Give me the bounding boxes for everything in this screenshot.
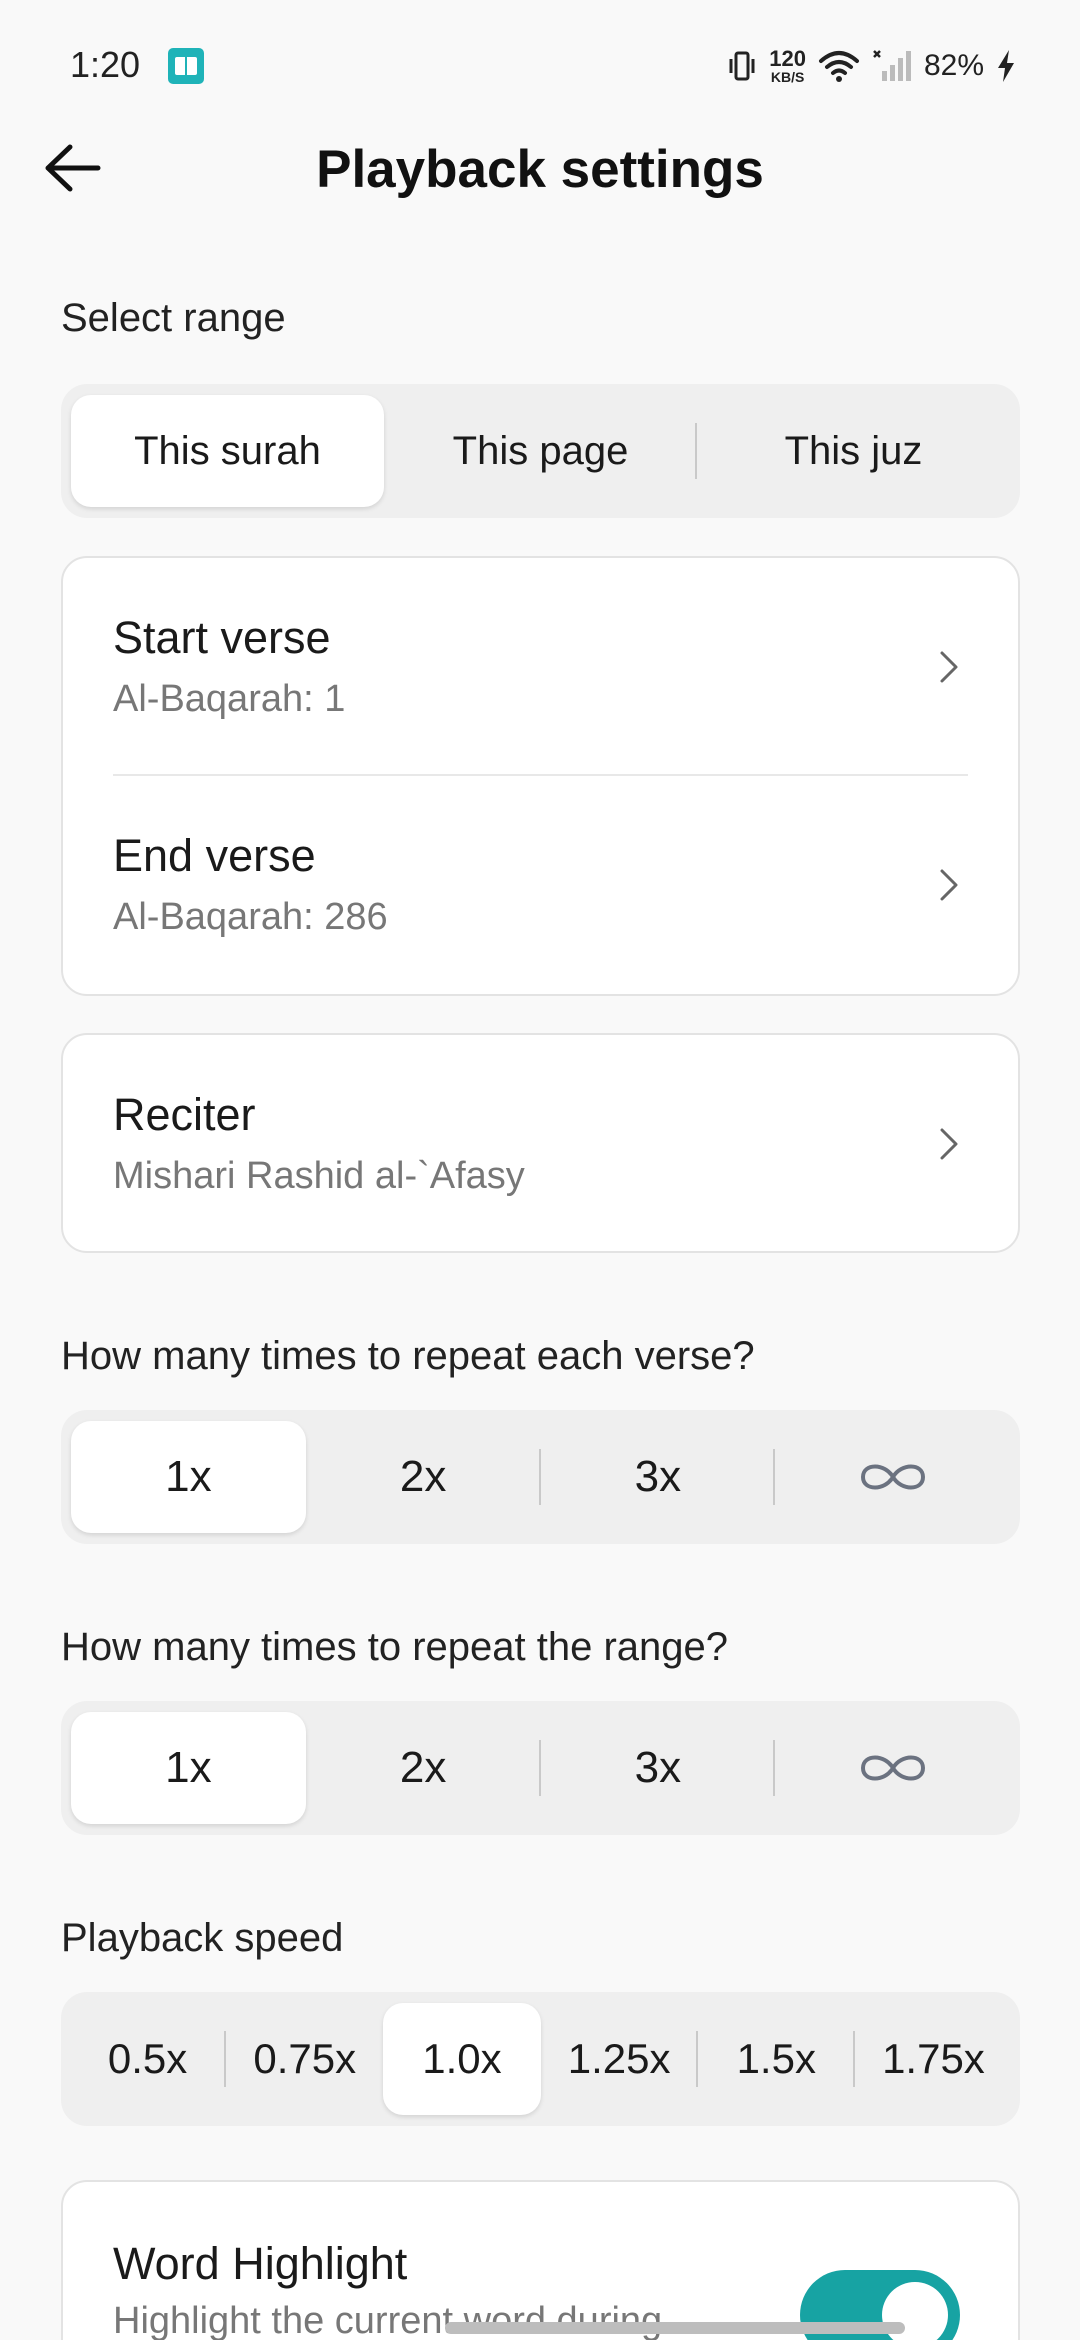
speed-option-label: 1.5x xyxy=(736,2035,816,2082)
verse-repeat-segmented-control: 1x 2x 3x xyxy=(61,1410,1020,1544)
verse-repeat-option-1x[interactable]: 1x xyxy=(71,1421,306,1533)
wifi-icon xyxy=(818,51,859,82)
reciter-title: Reciter xyxy=(113,1089,256,1140)
network-speed-value: 120 xyxy=(769,46,806,71)
verse-range-card: Start verse Al-Baqarah: 1 End verse Al-B… xyxy=(61,556,1020,996)
range-option-label: This page xyxy=(452,428,629,473)
vibrate-icon xyxy=(729,51,755,81)
range-repeat-option-1x[interactable]: 1x xyxy=(71,1712,306,1824)
range-repeat-option-2x[interactable]: 2x xyxy=(306,1712,541,1824)
range-option-label: This surah xyxy=(134,428,321,473)
verse-repeat-option-3x[interactable]: 3x xyxy=(541,1421,776,1533)
arrow-left-icon xyxy=(45,144,101,192)
chevron-right-icon xyxy=(940,651,958,683)
reciter-row[interactable]: Reciter Mishari Rashid al-`Afasy xyxy=(63,1035,1018,1253)
speed-option-label: 0.75x xyxy=(253,2035,357,2082)
quran-app-notification-icon xyxy=(168,48,204,84)
start-verse-title: Start verse xyxy=(113,612,331,663)
reciter-value: Mishari Rashid al-`Afasy xyxy=(113,1155,525,1197)
chevron-right-icon xyxy=(940,1128,958,1160)
playback-speed-segmented-control: 0.5x 0.75x 1.0x 1.25x 1.5x 1.75x xyxy=(61,1992,1020,2126)
range-repeat-option-label: 3x xyxy=(634,1743,682,1792)
range-option-this-surah[interactable]: This surah xyxy=(71,395,384,507)
verse-repeat-option-label: 3x xyxy=(634,1452,682,1501)
word-highlight-subtitle: Highlight the current word during xyxy=(113,2300,663,2340)
range-repeat-option-3x[interactable]: 3x xyxy=(541,1712,776,1824)
playback-settings-screen: 1:20 120 KB/S 82% Playback settings Sele… xyxy=(0,0,1080,2340)
end-verse-title: End verse xyxy=(113,830,316,881)
range-repeat-option-label: 2x xyxy=(399,1743,447,1792)
speed-option-label: 1.25x xyxy=(567,2035,671,2082)
speed-option-1-5x[interactable]: 1.5x xyxy=(698,2003,855,2115)
status-time: 1:20 xyxy=(70,44,141,85)
network-speed-unit: KB/S xyxy=(770,69,805,85)
chevron-right-icon xyxy=(940,869,958,901)
reciter-card: Reciter Mishari Rashid al-`Afasy xyxy=(61,1033,1020,1253)
start-verse-row[interactable]: Start verse Al-Baqarah: 1 xyxy=(63,558,1018,776)
range-repeat-option-label: 1x xyxy=(165,1743,212,1792)
verse-repeat-option-label: 2x xyxy=(399,1452,447,1501)
speed-option-label: 1.75x xyxy=(882,2035,985,2082)
playback-speed-label: Playback speed xyxy=(61,1916,344,1960)
range-option-label: This juz xyxy=(784,428,923,473)
charging-icon xyxy=(998,50,1014,82)
range-segmented-control: This surah This page This juz xyxy=(61,384,1020,518)
signal-icon xyxy=(873,50,911,81)
speed-option-label: 0.5x xyxy=(107,2035,188,2082)
verse-repeat-option-infinite[interactable] xyxy=(775,1421,1010,1533)
app-bar: Playback settings xyxy=(0,130,1080,210)
status-icons: 120 KB/S 82% xyxy=(727,44,1016,88)
verse-repeat-label: How many times to repeat each verse? xyxy=(61,1334,755,1378)
verse-repeat-option-label: 1x xyxy=(165,1452,212,1501)
range-repeat-option-infinite[interactable] xyxy=(775,1712,1010,1824)
back-button[interactable] xyxy=(34,130,110,206)
range-repeat-label: How many times to repeat the range? xyxy=(61,1625,729,1669)
select-range-label: Select range xyxy=(61,296,286,340)
infinity-icon xyxy=(860,1464,925,1490)
speed-option-1-75x[interactable]: 1.75x xyxy=(855,2003,1012,2115)
speed-option-1-25x[interactable]: 1.25x xyxy=(541,2003,698,2115)
speed-option-0-5x[interactable]: 0.5x xyxy=(69,2003,227,2115)
start-verse-value: Al-Baqarah: 1 xyxy=(113,678,346,720)
network-speed: 120 KB/S xyxy=(769,46,806,85)
speed-option-label: 1.0x xyxy=(422,2035,502,2082)
page-title: Playback settings xyxy=(316,140,764,199)
end-verse-value: Al-Baqarah: 286 xyxy=(113,896,388,938)
status-bar: 1:20 120 KB/S 82% xyxy=(0,0,1080,130)
range-repeat-segmented-control: 1x 2x 3x xyxy=(61,1701,1020,1835)
verse-repeat-option-2x[interactable]: 2x xyxy=(306,1421,541,1533)
word-highlight-title: Word Highlight xyxy=(113,2238,408,2289)
end-verse-row[interactable]: End verse Al-Baqarah: 286 xyxy=(63,776,1018,994)
battery-percentage: 82% xyxy=(923,49,984,82)
gesture-navigation-bar[interactable] xyxy=(445,2322,905,2334)
range-option-this-juz[interactable]: This juz xyxy=(697,395,1010,507)
speed-option-1-0x[interactable]: 1.0x xyxy=(383,2003,541,2115)
speed-option-0-75x[interactable]: 0.75x xyxy=(226,2003,383,2115)
range-option-this-page[interactable]: This page xyxy=(384,395,697,507)
infinity-icon xyxy=(860,1755,925,1781)
